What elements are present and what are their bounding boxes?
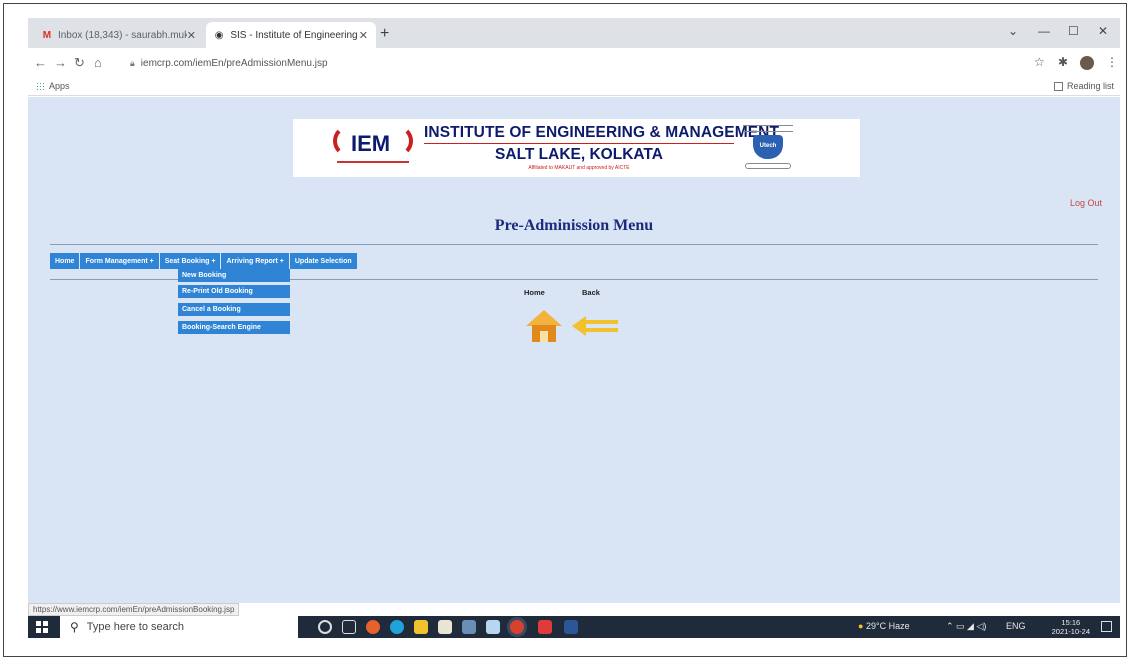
house-icon[interactable] — [526, 310, 562, 342]
main-nav: Home Form Management + Seat Booking + Ar… — [50, 253, 358, 269]
new-tab-button[interactable]: + — [380, 25, 389, 43]
tab-gmail[interactable]: M Inbox (18,343) - saurabh.mukher… ✕ — [34, 22, 204, 48]
avatar[interactable] — [1080, 56, 1094, 70]
language-indicator[interactable]: ENG — [1006, 621, 1026, 631]
taskbar-clock[interactable]: 15:16 2021-10-24 — [1052, 618, 1090, 636]
iem-logo: IEM — [333, 125, 413, 169]
institute-location: SALT LAKE, KOLKATA — [495, 146, 663, 163]
minimize-icon[interactable]: — — [1038, 24, 1050, 38]
bookmark-apps[interactable]: Apps — [36, 81, 70, 91]
edge-icon[interactable] — [390, 620, 404, 634]
close-icon[interactable]: ✕ — [359, 29, 368, 42]
forward-arrow-icon[interactable]: → — [54, 55, 67, 70]
extensions-icon[interactable]: ✱ — [1058, 55, 1068, 69]
tab-search-icon[interactable]: ⌄ — [1008, 24, 1018, 38]
search-icon: ⚲ — [70, 620, 79, 634]
app-icon[interactable] — [486, 620, 500, 634]
close-window-icon[interactable]: ✕ — [1098, 24, 1108, 38]
anydesk-icon[interactable] — [538, 620, 552, 634]
page-content: IEM INSTITUTE OF ENGINEERING & MANAGEMEN… — [28, 97, 1120, 603]
divider — [50, 244, 1098, 245]
tab-title: SIS - Institute of Engineering & … — [230, 29, 358, 41]
menu-item-cancel-booking[interactable]: Cancel a Booking — [178, 303, 290, 316]
windows-taskbar: ⚲ Type here to search ● 29°C Haze ⌃ ▭ ◢ … — [28, 616, 1120, 638]
page-title: Pre-Adminission Menu — [494, 217, 654, 234]
firefox-icon[interactable] — [366, 620, 380, 634]
nav-seat-booking[interactable]: Seat Booking + — [159, 253, 222, 269]
task-view-icon[interactable] — [342, 620, 356, 634]
tab-title: Inbox (18,343) - saurabh.mukher… — [57, 29, 187, 41]
store-icon[interactable] — [438, 620, 452, 634]
browser-toolbar: ← → ↻ ⌂ 🔒︎ iemcrp.com/iemEn/preAdmission… — [28, 48, 1120, 78]
institute-banner: IEM INSTITUTE OF ENGINEERING & MANAGEMEN… — [293, 119, 860, 177]
apps-label: Apps — [49, 81, 70, 91]
institute-affiliation: Affiliated to MAKAUT and approved by AIC… — [528, 165, 630, 171]
menu-item-new-booking[interactable]: New Booking — [178, 269, 290, 282]
weather-widget[interactable]: ● 29°C Haze — [858, 621, 910, 631]
address-bar[interactable]: 🔒︎ iemcrp.com/iemEn/preAdmissionMenu.jsp — [130, 53, 990, 73]
lock-icon: 🔒︎ — [130, 57, 135, 68]
taskbar-search-input[interactable]: ⚲ Type here to search — [60, 616, 298, 638]
clock-date: 2021-10-24 — [1051, 627, 1090, 636]
notification-icon[interactable] — [1101, 621, 1112, 632]
reload-icon[interactable]: ↻ — [74, 55, 85, 71]
screenshot-frame: M Inbox (18,343) - saurabh.mukher… ✕ ◉ S… — [3, 3, 1127, 657]
status-url-tooltip: https://www.iemcrp.com/iemEn/preAdmissio… — [28, 603, 240, 616]
menu-item-booking-search[interactable]: Booking-Search Engine — [178, 321, 290, 334]
back-label: Back — [582, 288, 600, 297]
menu-item-reprint-booking[interactable]: Re-Print Old Booking — [178, 285, 290, 298]
home-label: Home — [524, 288, 545, 297]
gmail-icon: M — [42, 29, 52, 41]
reading-list-label: Reading list — [1066, 81, 1114, 91]
reading-list-icon — [1053, 81, 1063, 91]
bookmark-star-icon[interactable]: ☆ — [1034, 55, 1045, 69]
weather-icon: ● — [858, 621, 864, 631]
url-text: iemcrp.com/iemEn/preAdmissionMenu.jsp — [140, 57, 328, 69]
close-icon[interactable]: ✕ — [187, 29, 196, 42]
windows-start-icon[interactable] — [36, 621, 48, 633]
file-explorer-icon[interactable] — [414, 620, 428, 634]
maximize-icon[interactable]: ☐ — [1068, 24, 1079, 38]
word-icon[interactable] — [564, 620, 578, 634]
university-logo: Utech — [743, 125, 793, 171]
nav-form-management[interactable]: Form Management + — [80, 253, 160, 269]
back-arrow-icon[interactable]: ← — [34, 55, 47, 70]
tab-sis[interactable]: ◉ SIS - Institute of Engineering & … ✕ — [206, 22, 376, 48]
chrome-icon[interactable] — [510, 620, 524, 634]
logout-link[interactable]: Log Out — [1070, 198, 1102, 208]
mail-icon[interactable] — [462, 620, 476, 634]
home-icon[interactable]: ⌂ — [94, 55, 102, 70]
back-arrow-icon[interactable] — [572, 316, 618, 336]
nav-home[interactable]: Home — [50, 253, 81, 269]
seat-booking-dropdown: New Booking Re-Print Old Booking Cancel … — [178, 269, 290, 339]
browser-tab-strip: M Inbox (18,343) - saurabh.mukher… ✕ ◉ S… — [28, 18, 1120, 48]
search-placeholder: Type here to search — [86, 621, 185, 633]
apps-grid-icon — [36, 81, 45, 91]
tray-icons[interactable]: ⌃ ▭ ◢ ◁) — [946, 621, 986, 632]
institute-title: INSTITUTE OF ENGINEERING & MANAGEMENT — [424, 124, 780, 141]
nav-update-selection[interactable]: Update Selection — [289, 253, 358, 269]
home-back-panel: Home Back — [520, 282, 630, 352]
bookmarks-bar: Apps Reading list — [28, 78, 1120, 96]
reading-list-button[interactable]: Reading list — [1053, 81, 1114, 91]
weather-text: 29°C Haze — [865, 621, 910, 631]
cortana-icon[interactable] — [318, 620, 332, 634]
desktop-screen: M Inbox (18,343) - saurabh.mukher… ✕ ◉ S… — [28, 18, 1120, 638]
kebab-menu-icon[interactable]: ⋮ — [1106, 55, 1118, 69]
site-icon: ◉ — [214, 29, 224, 41]
nav-arriving-report[interactable]: Arriving Report + — [221, 253, 290, 269]
clock-time: 15:16 — [1061, 618, 1081, 627]
